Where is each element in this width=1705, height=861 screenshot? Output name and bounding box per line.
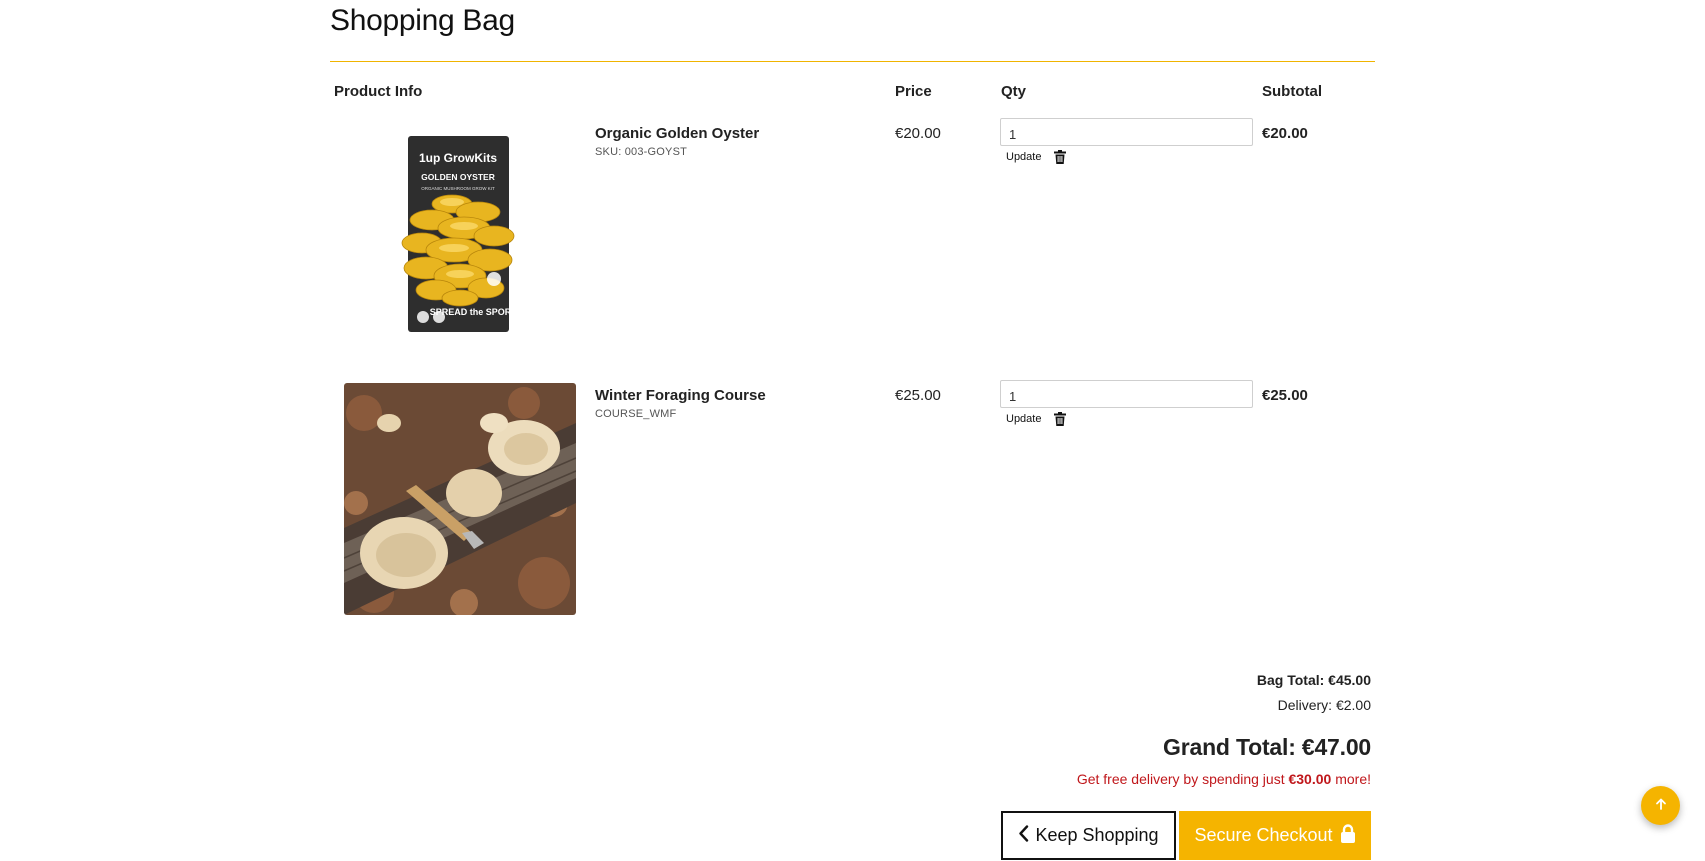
scroll-to-top-button[interactable] <box>1641 786 1680 825</box>
column-header-price: Price <box>895 83 932 100</box>
product-sku: COURSE_WMF <box>595 408 677 420</box>
page-title: Shopping Bag <box>330 4 515 37</box>
free-delivery-notice: Get free delivery by spending just €30.0… <box>1077 771 1371 787</box>
secure-checkout-button[interactable]: Secure Checkout <box>1179 811 1371 860</box>
product-sku: SKU: 003-GOYST <box>595 146 688 158</box>
keep-shopping-label: Keep Shopping <box>1035 825 1159 845</box>
update-quantity-link[interactable]: Update <box>1006 151 1041 163</box>
bag-total: Bag Total: €45.00 <box>1256 672 1371 688</box>
quantity-input[interactable] <box>1000 380 1253 408</box>
product-price: €20.00 <box>895 125 941 142</box>
column-header-subtotal: Subtotal <box>1262 83 1322 100</box>
grand-total: Grand Total: €47.00 <box>1163 734 1371 760</box>
lock-icon <box>1340 823 1356 848</box>
chevron-left-icon <box>1018 824 1029 847</box>
free-delivery-suffix: more! <box>1331 771 1371 787</box>
free-delivery-prefix: Get free delivery by spending just <box>1076 771 1289 787</box>
product-name[interactable]: Winter Foraging Course <box>595 387 766 404</box>
keep-shopping-button[interactable]: Keep Shopping <box>1001 811 1176 860</box>
golden-oyster-grow-kit-image[interactable]: 1up GrowKits GOLDEN OYSTER ORGANIC MUSHR… <box>344 128 576 360</box>
shopping-bag-page: Shopping Bag Product Info Price Qty Subt… <box>330 0 1375 861</box>
grow-kit-slogan-text: SPREAD the SPORE! <box>430 307 521 317</box>
quantity-input[interactable] <box>1000 118 1253 146</box>
grow-kit-subtitle-text: ORGANIC MUSHROOM GROW KIT <box>421 186 495 191</box>
title-divider <box>330 61 1375 62</box>
secure-checkout-label: Secure Checkout <box>1194 825 1333 845</box>
column-header-product: Product Info <box>334 83 423 100</box>
update-quantity-link[interactable]: Update <box>1006 413 1041 425</box>
product-subtotal: €20.00 <box>1262 125 1308 142</box>
product-name[interactable]: Organic Golden Oyster <box>595 125 759 142</box>
arrow-up-icon <box>1655 797 1667 815</box>
product-price: €25.00 <box>895 387 941 404</box>
trash-icon[interactable] <box>1054 412 1066 426</box>
trash-icon[interactable] <box>1054 150 1066 164</box>
delivery-cost: Delivery: €2.00 <box>1277 697 1371 713</box>
grow-kit-product-text: GOLDEN OYSTER <box>421 172 495 182</box>
free-delivery-amount: €30.00 <box>1288 771 1332 787</box>
column-header-qty: Qty <box>1001 83 1027 100</box>
grow-kit-brand-text: 1up GrowKits <box>419 151 497 165</box>
foraged-mushrooms-photo[interactable] <box>344 383 576 615</box>
product-subtotal: €25.00 <box>1262 387 1308 404</box>
